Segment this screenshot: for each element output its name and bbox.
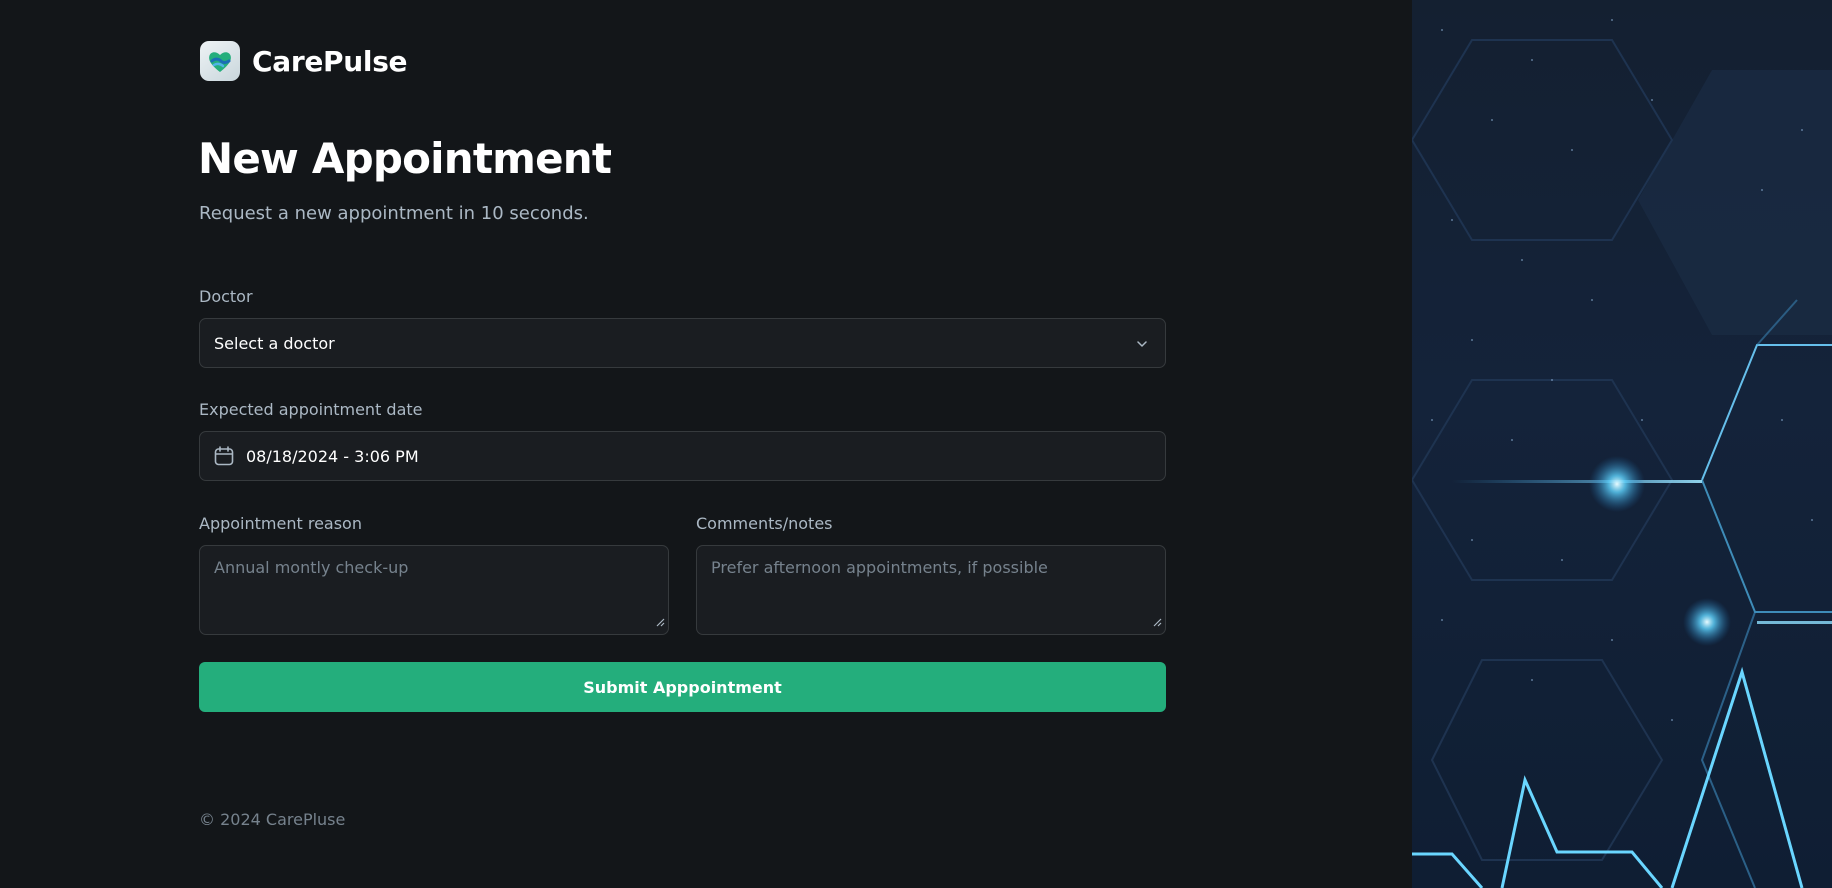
date-label: Expected appointment date — [199, 400, 423, 419]
page: CarePulse New Appointment Request a new … — [0, 0, 1832, 888]
date-picker-value: 08/18/2024 - 3:06 PM — [246, 446, 419, 466]
doctor-select[interactable]: Select a doctor — [199, 318, 1166, 368]
reason-label: Appointment reason — [199, 514, 362, 533]
hero-image — [1412, 0, 1832, 888]
page-subtitle: Request a new appointment in 10 seconds. — [199, 203, 589, 224]
heart-hands-logo-icon — [200, 41, 240, 81]
doctor-label: Doctor — [199, 287, 253, 306]
notes-label: Comments/notes — [696, 514, 833, 533]
doctor-select-value: Select a doctor — [214, 333, 335, 353]
page-title: New Appointment — [198, 134, 612, 183]
reason-textarea[interactable]: Annual montly check-up — [199, 545, 669, 635]
resize-handle-icon[interactable] — [655, 612, 665, 631]
calendar-icon — [212, 444, 236, 468]
chevron-down-icon — [1135, 336, 1149, 355]
reason-placeholder: Annual montly check-up — [214, 558, 409, 577]
notes-textarea[interactable]: Prefer afternoon appointments, if possib… — [696, 545, 1166, 635]
submit-appointment-button[interactable]: Submit Apppointment — [199, 662, 1166, 712]
notes-placeholder: Prefer afternoon appointments, if possib… — [711, 558, 1048, 577]
resize-handle-icon[interactable] — [1152, 612, 1162, 631]
copyright-text: © 2024 CarePluse — [199, 810, 346, 829]
date-picker-input[interactable]: 08/18/2024 - 3:06 PM — [199, 431, 1166, 481]
brand-name: CarePulse — [252, 44, 408, 78]
form-panel: CarePulse New Appointment Request a new … — [0, 0, 1412, 888]
hexagon-network-illustration — [1412, 19, 1832, 888]
brand-logo[interactable]: CarePulse — [200, 40, 408, 82]
